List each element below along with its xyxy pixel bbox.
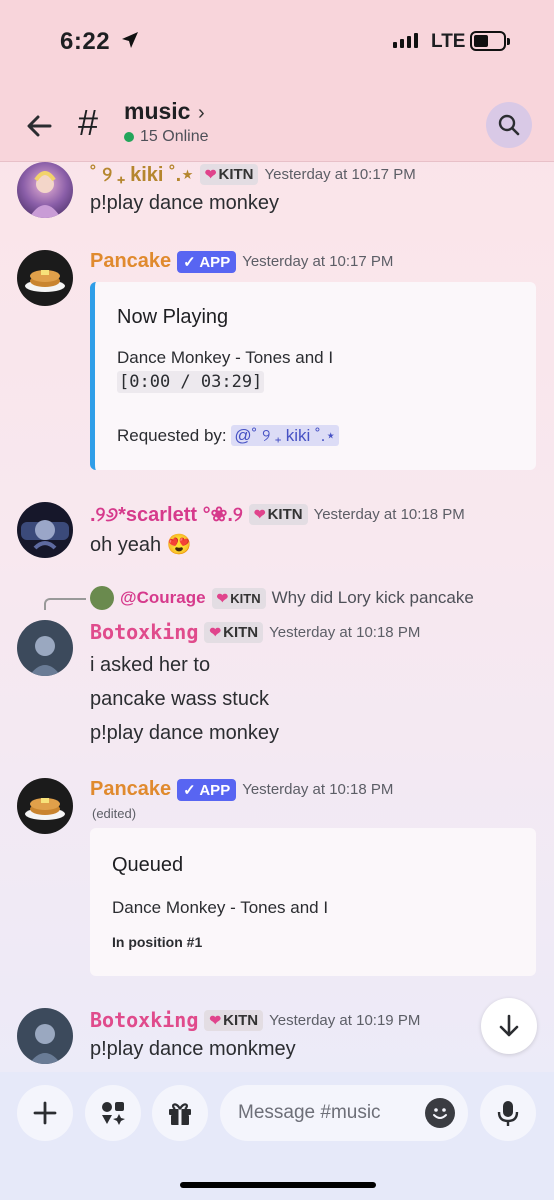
edited-label: (edited) [92,806,137,821]
heart-icon: ❤ [204,166,217,182]
embed-position: In position #1 [112,934,203,950]
gift-button[interactable] [152,1085,208,1141]
apps-button[interactable] [85,1085,141,1141]
message-placeholder: Message #music [238,1102,381,1123]
timestamp: Yesterday at 10:18 PM [242,781,394,798]
emoji-button[interactable] [425,1098,455,1128]
username[interactable]: ˚ ୨ ₊ kiki ˚.⋆ [90,162,194,187]
embed-title: Queued [112,854,184,876]
mic-icon [497,1101,519,1126]
heart-icon: ❤ [253,506,266,522]
reply-connector [44,598,86,610]
message-list[interactable]: ˚ ୨ ₊ kiki ˚.⋆ ❤ KITN Yesterday at 10:17 … [0,162,554,1072]
channel-header: # music › 15 Online [0,90,554,162]
search-icon [498,114,520,136]
reply-text: Why did Lory kick pancake [271,588,474,607]
timestamp: Yesterday at 10:17 PM [242,253,394,270]
battery-icon [470,31,510,51]
online-label: 15 Online [140,128,209,145]
username[interactable]: .୨୬*scarlett °❀.୨ [90,502,243,527]
heart-icon: ❤ [209,1011,222,1028]
app-badge: ✓ APP [177,778,237,801]
message-text: oh yeah 😍 [90,534,192,556]
message-text: p!play dance monkey [90,192,280,214]
plus-icon [33,1101,57,1125]
plus-button[interactable] [17,1085,73,1141]
username[interactable]: Pancake [90,250,171,273]
back-arrow-icon[interactable] [24,110,56,142]
channel-hash-icon: # [78,102,99,143]
message-text: p!play dance monkmey [90,1038,296,1060]
guild-tag: ❤ KITN [248,504,308,525]
requested-label: Requested by: [117,426,227,445]
embed-progress: [0:00 / 03:29] [117,371,265,393]
reply-user[interactable]: @Courage [120,588,206,608]
timestamp: Yesterday at 10:19 PM [269,1011,421,1029]
embed-song: Dance Monkey - Tones and I [112,898,329,917]
username[interactable]: Pancake [90,778,171,801]
heart-icon: ❤ [209,623,222,640]
avatar[interactable] [17,620,73,676]
online-dot [124,132,134,142]
voice-message-button[interactable] [480,1085,536,1141]
embed-requested: Requested by: @˚ ୨ ₊ kiki ˚.⋆ [117,425,340,446]
home-indicator [180,1182,376,1188]
clock: 6:22 [60,28,111,55]
online-count: 15 Online [124,128,209,146]
gift-icon [169,1103,191,1125]
guild-tag: ❤ KITN [211,587,266,609]
message-text: p!play dance monkey [90,722,280,744]
status-bar: 6:22 LTE [0,0,554,90]
embed-song: Dance Monkey - Tones and I [117,348,334,367]
message-input[interactable]: Message #music [220,1085,468,1141]
heart-icon: ❤ [216,589,229,606]
avatar[interactable] [17,778,73,834]
scroll-to-bottom-button[interactable] [481,998,537,1054]
apps-icon [102,1102,125,1125]
guild-tag: ❤ KITN [199,164,259,185]
composer-bar: Message #music [0,1072,554,1200]
timestamp: Yesterday at 10:18 PM [269,623,421,641]
message-text: i asked her to [90,654,211,676]
now-playing-embed: Now Playing Dance Monkey - Tones and I [… [90,282,536,470]
channel-name[interactable]: music [124,98,190,125]
location-arrow-icon [122,32,138,48]
reply-preview[interactable]: @Courage ❤ KITN Why did Lory kick pancake [90,586,474,610]
avatar[interactable] [17,250,73,306]
avatar[interactable] [17,1008,73,1064]
signal-icon [393,33,418,48]
timestamp: Yesterday at 10:18 PM [313,506,465,523]
message-text: pancake wass stuck [90,688,269,710]
search-button[interactable] [486,102,532,148]
username[interactable]: Botoxking [90,620,198,644]
avatar[interactable] [17,162,73,218]
guild-tag: ❤ KITN [204,1009,264,1031]
emoji-icon [433,1108,447,1119]
network-label: LTE [431,31,466,52]
scroll-down-icon [499,1014,519,1037]
username[interactable]: Botoxking [90,1008,198,1032]
user-mention[interactable]: @˚ ୨ ₊ kiki ˚.⋆ [231,425,340,446]
guild-tag: ❤ KITN [204,621,264,643]
chevron-right-icon[interactable]: › [198,102,205,125]
queued-embed: Queued Dance Monkey - Tones and I In pos… [90,828,536,976]
reply-avatar [90,586,114,610]
avatar[interactable] [17,502,73,558]
embed-title: Now Playing [117,306,229,328]
app-badge: ✓ APP [177,250,237,273]
timestamp: Yesterday at 10:17 PM [264,166,416,183]
